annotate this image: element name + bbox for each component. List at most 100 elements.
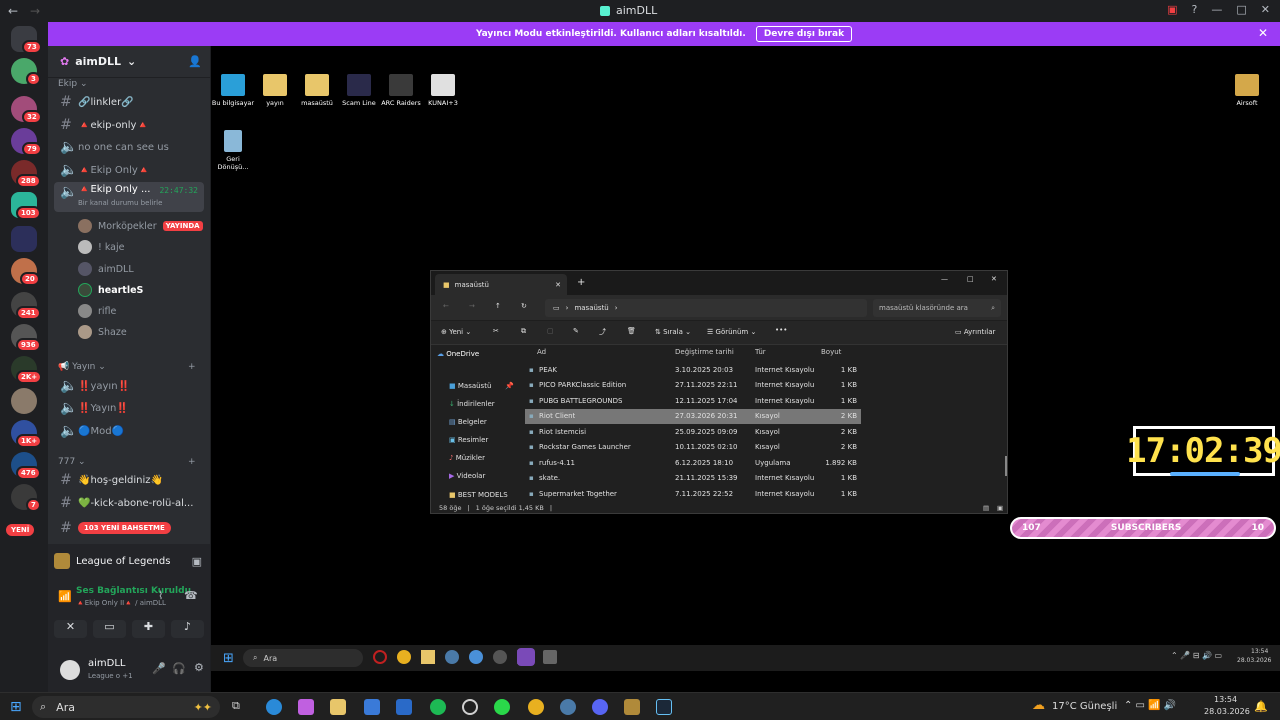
nav-item-belgeler[interactable]: ▤ Belgeler bbox=[449, 418, 487, 426]
help-icon[interactable]: ? bbox=[1192, 3, 1198, 16]
breadcrumb-item[interactable]: masaüstü bbox=[574, 304, 608, 312]
disconnect-icon[interactable]: ☎ bbox=[184, 589, 198, 602]
new-mentions-pill[interactable]: 103 YENİ BAHSETME bbox=[78, 522, 171, 534]
task-view-icon[interactable]: ⧉ bbox=[232, 699, 240, 713]
file-row[interactable]: ▪ Supermarket Together 7.11.2025 22:52 Inte… bbox=[525, 486, 861, 501]
tiles-view-icon[interactable]: ▣ bbox=[997, 504, 1003, 512]
microphone-icon[interactable]: 🎤 bbox=[152, 662, 166, 675]
column-header-size[interactable]: Boyut bbox=[821, 348, 841, 356]
weather-text[interactable]: 17°C Güneşli bbox=[1052, 701, 1117, 712]
file-row-selected[interactable]: ▪ Riot Client 27.03.2026 20:31 Kısayol 2 KB bbox=[525, 408, 861, 424]
voice-channel-item[interactable]: 🔈 ‼️yayın‼️ bbox=[54, 376, 204, 396]
taskbar-date[interactable]: 28.03.2026 bbox=[1204, 707, 1250, 716]
nav-item-videolar[interactable]: ▶ Videolar bbox=[449, 472, 485, 480]
gear-icon[interactable]: ⚙ bbox=[194, 661, 204, 674]
noise-suppression-icon[interactable]: ⌇ bbox=[158, 589, 163, 602]
refresh-icon[interactable]: ↻ bbox=[521, 302, 527, 310]
user-avatar[interactable] bbox=[60, 660, 80, 680]
activities-button[interactable]: ✚ bbox=[132, 620, 165, 638]
category-ekip[interactable]: Ekip ⌄ bbox=[58, 79, 88, 89]
discord-icon[interactable] bbox=[592, 699, 608, 715]
activity-card[interactable]: League of Legends ▣ bbox=[54, 550, 204, 572]
more-icon[interactable]: ••• bbox=[775, 326, 787, 334]
nav-item-muzikler[interactable]: ♪ Müzikler bbox=[449, 454, 485, 462]
voice-user[interactable]: rifle bbox=[78, 302, 116, 320]
inbox-icon[interactable]: ▣ bbox=[1167, 3, 1177, 16]
banner-close-icon[interactable]: ✕ bbox=[1258, 26, 1268, 40]
minimize-icon[interactable]: — bbox=[941, 275, 948, 283]
delete-icon[interactable]: 🗑 bbox=[627, 327, 636, 335]
desktop-icon[interactable]: KUNAI+3 bbox=[421, 74, 465, 107]
desktop-icon[interactable]: Bu bilgisayar bbox=[211, 74, 255, 107]
close-icon[interactable]: ✕ bbox=[991, 275, 997, 283]
explorer-tab[interactable]: ■ masaüstü ✕ bbox=[435, 274, 567, 295]
voice-channel-item-active[interactable]: 🔈 🔺Ekip Only ... 22:47:32 Bir kanal duru… bbox=[54, 182, 204, 212]
sort-button[interactable]: ⇅ Sırala ⌄ bbox=[655, 328, 691, 336]
minimize-icon[interactable]: — bbox=[1211, 3, 1222, 16]
server-icon[interactable] bbox=[11, 388, 37, 414]
spotify-icon[interactable] bbox=[430, 699, 446, 715]
camera-off-button[interactable]: ✕ bbox=[54, 620, 87, 638]
screen-share-icon[interactable]: ▣ bbox=[192, 555, 202, 568]
copy-icon[interactable]: ⧉ bbox=[521, 327, 526, 336]
mail-icon[interactable] bbox=[396, 699, 412, 715]
taskbar-search[interactable]: ⌕ Ara ✦✦ bbox=[32, 696, 220, 718]
up-arrow-icon[interactable]: ↑ bbox=[495, 302, 501, 310]
forward-arrow-icon[interactable]: → bbox=[469, 302, 475, 310]
share-icon[interactable]: ⤴ bbox=[599, 327, 606, 337]
close-icon[interactable]: ✕ bbox=[1261, 3, 1270, 16]
desktop-icon[interactable]: masaüstü bbox=[295, 74, 339, 107]
add-member-icon[interactable]: 👤 bbox=[188, 55, 202, 68]
forward-arrow-icon[interactable]: → bbox=[30, 4, 44, 18]
app-icon[interactable] bbox=[462, 699, 478, 715]
tab-close-icon[interactable]: ✕ bbox=[555, 281, 561, 289]
soundboard-button[interactable]: ♪ bbox=[171, 620, 204, 638]
nav-item-indirilenler[interactable]: ↓ İndirilenler bbox=[449, 400, 495, 408]
channel-item[interactable]: # 🔗linkler🔗 bbox=[54, 92, 204, 112]
new-button[interactable]: ⊕ Yeni ⌄ bbox=[441, 328, 471, 336]
channel-item[interactable]: # 🔺ekip-only🔺 bbox=[54, 115, 204, 135]
copilot-icon[interactable] bbox=[298, 699, 314, 715]
app-icon[interactable] bbox=[494, 699, 510, 715]
voice-user[interactable]: Morköpekler YAYINDA bbox=[78, 217, 203, 235]
maximize-icon[interactable]: □ bbox=[1236, 3, 1246, 16]
league-icon[interactable] bbox=[624, 699, 640, 715]
notification-icon[interactable]: 🔔 bbox=[1254, 700, 1268, 713]
voice-channel-item[interactable]: 🔈 🔺Ekip Only🔺 bbox=[54, 160, 204, 180]
rename-icon[interactable]: ✎ bbox=[573, 327, 579, 335]
maximize-icon[interactable]: □ bbox=[967, 275, 974, 283]
desktop-icon[interactable]: ARC Raiders bbox=[379, 74, 423, 107]
desktop-icon[interactable]: Airsoft bbox=[1225, 74, 1269, 107]
steam-icon[interactable] bbox=[656, 699, 672, 715]
details-button[interactable]: ▭ Ayrıntılar bbox=[955, 328, 995, 336]
paste-icon[interactable]: ▢ bbox=[547, 327, 554, 335]
voice-user[interactable]: Shaze bbox=[78, 323, 127, 341]
new-tab-icon[interactable]: + bbox=[577, 277, 585, 288]
add-channel-icon[interactable]: + bbox=[188, 362, 196, 372]
file-explorer-icon[interactable] bbox=[330, 699, 346, 715]
breadcrumb[interactable]: ▭ › masaüstü › bbox=[545, 299, 867, 317]
category-777[interactable]: 777 ⌄ + bbox=[58, 457, 196, 467]
server-header[interactable]: ✿ aimDLL ⌄ 👤 bbox=[48, 46, 210, 78]
channel-item[interactable]: # 💚-kick-abone-rolü-al... bbox=[54, 493, 204, 513]
add-channel-icon[interactable]: + bbox=[188, 457, 196, 467]
desktop-icon[interactable]: Geri Dönüşü... bbox=[211, 130, 255, 171]
file-row[interactable]: ▪ Riot İstemcisi 25.09.2025 09:09 Kısayol 2 … bbox=[525, 424, 861, 439]
tray-icons[interactable]: ⌃ ▭ 📶 🔊 bbox=[1124, 700, 1176, 711]
file-row[interactable]: ▪ PUBG BATTLEGROUNDS 12.11.2025 17:04 Inter… bbox=[525, 393, 861, 408]
details-view-icon[interactable]: ▤ bbox=[983, 504, 989, 512]
file-row[interactable]: ▪ skate. 21.11.2025 15:39 Internet Kısayolu… bbox=[525, 471, 861, 486]
desktop-icon[interactable]: Scam Line bbox=[337, 74, 381, 107]
windows-start-icon[interactable]: ⊞ bbox=[10, 699, 22, 715]
voice-status-title[interactable]: Ses Bağlantısı Kuruldu bbox=[76, 586, 191, 596]
cut-icon[interactable]: ✂ bbox=[493, 327, 499, 335]
taskbar-time[interactable]: 13:54 bbox=[1214, 695, 1237, 704]
channel-item[interactable]: # 103 YENİ BAHSETME bbox=[54, 518, 204, 538]
store-icon[interactable] bbox=[364, 699, 380, 715]
nav-item-masaustu[interactable]: ■ Masaüstü 📌 bbox=[449, 382, 514, 390]
category-yayin[interactable]: 📢 Yayın ⌄ + bbox=[58, 362, 196, 372]
scrollbar[interactable] bbox=[1005, 456, 1007, 476]
edge-icon[interactable] bbox=[266, 699, 282, 715]
channel-item[interactable]: # 👋hoş-geldiniz👋 bbox=[54, 470, 204, 490]
column-header-date[interactable]: Değiştirme tarihi bbox=[675, 348, 734, 356]
